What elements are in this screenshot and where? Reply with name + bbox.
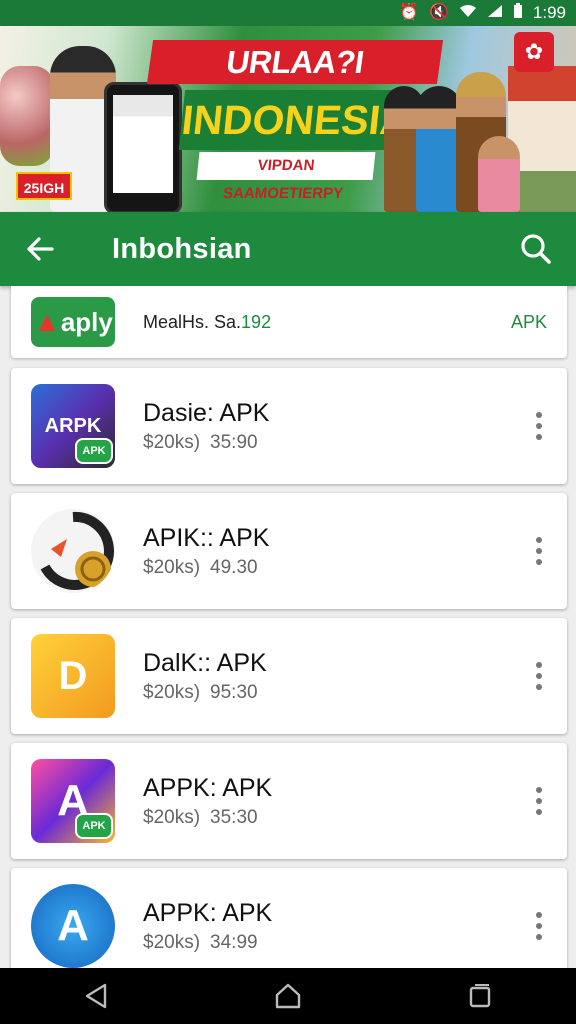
app-size: $20ks) xyxy=(143,682,201,703)
food-image xyxy=(0,66,54,166)
search-button[interactable] xyxy=(496,212,576,286)
nav-back-button[interactable] xyxy=(56,968,136,1024)
home-icon xyxy=(275,983,301,1009)
app-bar: Inbohsian xyxy=(0,212,576,286)
list-item[interactable]: ARPK APK Dasie: APK $20ks) 35:90 xyxy=(11,368,567,484)
back-button[interactable] xyxy=(0,212,80,286)
signal-icon xyxy=(487,4,503,22)
app-size: $20ks) xyxy=(143,807,201,828)
banner-country: INDONESIA xyxy=(178,90,412,150)
app-icon: A xyxy=(31,884,115,968)
app-time: 49.30 xyxy=(210,557,258,578)
banner-subtitle: VIPDAN SAAMOETIERPY xyxy=(196,152,376,202)
banner-tag: 25IGH xyxy=(16,172,72,200)
alarm-icon: ⏰ xyxy=(399,4,419,21)
list-item[interactable]: A APPK: APK $20ks) 34:99 xyxy=(11,868,567,968)
app-time: 34:99 xyxy=(210,932,258,953)
mute-icon: 🔇 xyxy=(428,4,449,21)
phone-image xyxy=(104,82,182,212)
more-vert-icon xyxy=(536,912,542,940)
apk-badge-icon: APK xyxy=(75,813,113,839)
more-vert-icon xyxy=(536,412,542,440)
banner-headline: URLAA?I UNIOHAM xyxy=(146,40,444,124)
arrow-back-icon xyxy=(27,237,54,261)
page-title: Inbohsian xyxy=(112,232,252,265)
app-name: Dasie: APK xyxy=(143,399,270,427)
app-name: APPK: APK xyxy=(143,899,273,927)
nav-recents-button[interactable] xyxy=(440,968,520,1024)
app-size: $20ks) xyxy=(143,557,201,578)
status-bar: ⏰ 🔇 1:99 xyxy=(0,0,576,26)
apk-badge-icon: APK xyxy=(75,438,113,464)
more-options-button[interactable] xyxy=(511,868,567,968)
more-vert-icon xyxy=(536,537,542,565)
app-size: $20ks) xyxy=(143,432,201,453)
app-size: $20ks) xyxy=(143,932,201,953)
list-item[interactable]: A APK APPK: APK $20ks) 35:30 xyxy=(11,743,567,859)
app-time: 95:30 xyxy=(210,682,258,703)
more-options-button[interactable] xyxy=(511,493,567,609)
nav-home-button[interactable] xyxy=(248,968,328,1024)
list-item-title: MealHs. Sa.192 xyxy=(143,311,272,332)
list-item[interactable]: D DalK:: APK $20ks) 95:30 xyxy=(11,618,567,734)
app-icon: D xyxy=(31,634,115,718)
app-name: DalK:: APK xyxy=(143,649,267,677)
app-name: APPK: APK xyxy=(143,774,273,802)
list-item-type: APK xyxy=(510,311,547,332)
navigation-bar xyxy=(0,968,576,1024)
more-vert-icon xyxy=(536,787,542,815)
status-time: 1:99 xyxy=(532,3,566,22)
more-options-button[interactable] xyxy=(511,368,567,484)
more-vert-icon xyxy=(536,662,542,690)
list-item[interactable]: ▲ aply MealHs. Sa.192 APK xyxy=(11,286,567,358)
promo-banner[interactable]: URLAA?I UNIOHAM INDONESIA VIPDAN SAAMOET… xyxy=(0,26,576,212)
app-icon xyxy=(31,509,115,593)
banner-logo-icon: ✿ xyxy=(514,32,554,72)
wifi-icon xyxy=(459,4,477,22)
app-name: APIK:: APK xyxy=(143,524,270,552)
app-icon: ARPK APK xyxy=(31,384,115,468)
triangle-back-icon xyxy=(85,983,107,1009)
battery-icon xyxy=(513,3,523,23)
people-image xyxy=(478,136,520,212)
recents-icon xyxy=(469,984,491,1008)
more-options-button[interactable] xyxy=(511,618,567,734)
app-icon: A APK xyxy=(31,759,115,843)
more-options-button[interactable] xyxy=(511,743,567,859)
app-time: 35:30 xyxy=(210,807,258,828)
app-logo: ▲ aply xyxy=(31,297,115,347)
app-time: 35:90 xyxy=(210,432,258,453)
search-icon xyxy=(521,234,551,264)
app-list[interactable]: ▲ aply MealHs. Sa.192 APK ARPK APK Dasie:… xyxy=(0,286,576,968)
list-item[interactable]: APIK:: APK $20ks) 49.30 xyxy=(11,493,567,609)
